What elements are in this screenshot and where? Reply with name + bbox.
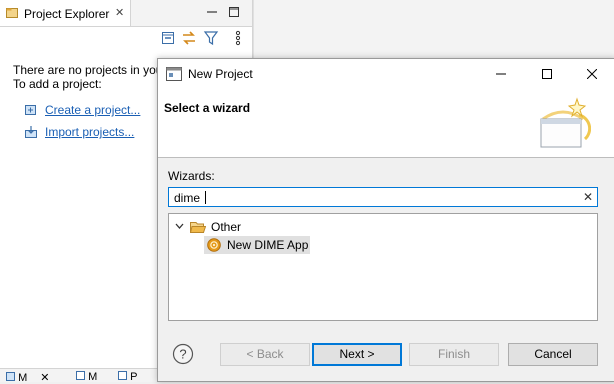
wizard-tree[interactable]: Other New DIME App <box>168 213 598 321</box>
button-bar: ? < Back Next > Finish Cancel <box>158 334 614 381</box>
view-icon <box>6 372 15 381</box>
dialog-titlebar[interactable]: New Project <box>158 59 614 89</box>
svg-text:?: ? <box>179 347 186 362</box>
cancel-button[interactable]: Cancel <box>508 343 598 366</box>
close-icon <box>587 69 597 79</box>
chevron-down-icon[interactable] <box>175 223 184 230</box>
help-icon[interactable]: ? <box>172 343 194 365</box>
wizard-header: Select a wizard <box>158 89 614 158</box>
maximize-view-icon[interactable] <box>229 7 239 17</box>
page-title: Select a wizard <box>164 101 251 115</box>
bottom-tab-2[interactable]: M <box>76 371 98 383</box>
tree-item-new-dime-app-label: New DIME App <box>227 238 309 252</box>
wizard-banner-icon <box>540 97 591 148</box>
collapse-all-icon[interactable] <box>160 30 176 46</box>
import-projects-link[interactable]: Import projects... <box>45 125 134 139</box>
next-button[interactable]: Next > <box>312 343 402 366</box>
dime-app-icon <box>207 238 221 252</box>
minimize-button[interactable] <box>478 59 524 89</box>
back-button[interactable]: < Back <box>220 343 310 366</box>
bottom-tab-2-label: M <box>88 371 98 383</box>
bottom-tab-1[interactable]: M ✕ <box>6 371 50 384</box>
maximize-button[interactable] <box>524 59 570 89</box>
link-with-editor-icon[interactable] <box>181 30 197 46</box>
window-icon <box>166 67 182 81</box>
close-icon[interactable]: ✕ <box>115 6 124 19</box>
tab-project-explorer[interactable]: Project Explorer ✕ <box>0 0 131 26</box>
add-project-hint: To add a project: <box>13 77 102 91</box>
minimize-icon <box>496 73 506 75</box>
bottom-tab-3[interactable]: P <box>118 371 138 383</box>
tab-project-explorer-label: Project Explorer <box>24 7 110 21</box>
bottom-tab-1-label: M <box>18 372 28 384</box>
tree-item-other[interactable]: Other <box>169 218 597 236</box>
view-icon <box>76 371 85 380</box>
close-icon[interactable]: ✕ <box>40 372 49 384</box>
finish-button[interactable]: Finish <box>409 343 499 366</box>
wizard-filter-input[interactable]: dime ✕ <box>168 187 598 207</box>
new-project-icon <box>25 105 36 115</box>
text-caret <box>205 191 206 204</box>
bottom-tab-3-label: P <box>130 371 138 383</box>
wizards-label: Wizards: <box>168 169 215 183</box>
wizard-filter-value: dime <box>174 191 201 205</box>
filter-icon[interactable] <box>203 30 219 46</box>
view-icon <box>118 371 127 380</box>
close-button[interactable] <box>569 59 614 89</box>
clear-icon[interactable]: ✕ <box>583 190 593 204</box>
create-project-link[interactable]: Create a project... <box>45 103 140 117</box>
tree-item-new-dime-app[interactable]: New DIME App <box>169 236 597 254</box>
folder-open-icon <box>190 222 206 233</box>
project-explorer-icon <box>6 8 18 18</box>
view-menu-icon[interactable] <box>230 30 246 46</box>
no-projects-message: There are no projects in your <box>13 63 167 77</box>
maximize-icon <box>542 69 552 79</box>
import-icon <box>25 126 37 138</box>
project-explorer-tabbar: Project Explorer ✕ <box>0 0 252 27</box>
new-project-dialog: New Project Select a wizard Wizards: dim… <box>157 58 614 382</box>
minimize-view-icon[interactable] <box>207 7 217 17</box>
dialog-title: New Project <box>188 67 253 81</box>
tree-item-other-label: Other <box>211 220 242 234</box>
